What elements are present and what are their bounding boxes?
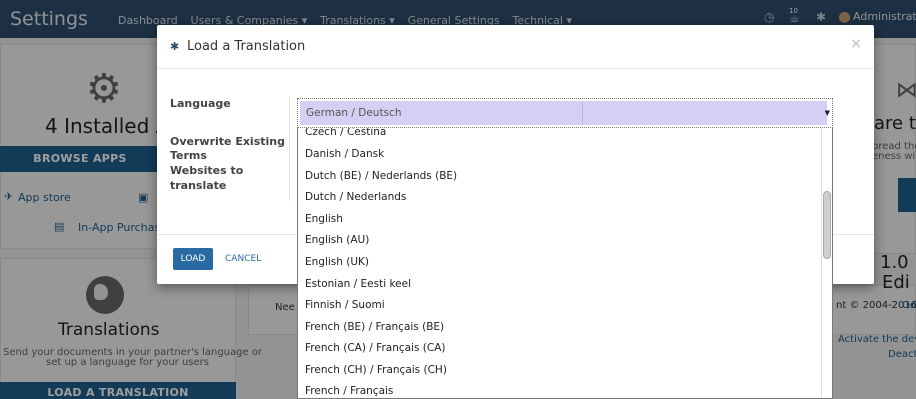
language-option[interactable]: Czech / Čeština: [305, 128, 386, 138]
language-option[interactable]: English (AU): [305, 234, 369, 246]
language-option[interactable]: English: [305, 213, 343, 225]
language-option[interactable]: Dutch (BE) / Nederlands (BE): [305, 170, 457, 182]
overwrite-label-line-1: Overwrite Existing: [170, 135, 285, 148]
language-option[interactable]: English (UK): [305, 256, 369, 268]
language-select-highlight: German / Deutsch: [300, 101, 827, 125]
cancel-button[interactable]: CANCEL: [225, 248, 261, 270]
select-divider: [582, 101, 583, 125]
language-option[interactable]: Dutch / Nederlands: [305, 191, 406, 203]
language-option[interactable]: French (BE) / Français (BE): [305, 321, 444, 333]
websites-label-line-2: translate: [170, 179, 227, 192]
language-option[interactable]: French / Français: [305, 385, 393, 397]
bug-icon: ✱: [170, 40, 180, 53]
language-option[interactable]: Danish / Dansk: [305, 148, 384, 160]
dropdown-scrollbar[interactable]: [821, 128, 831, 398]
dropdown-scroll-thumb[interactable]: [823, 191, 831, 259]
language-option[interactable]: French (CH) / Français (CH): [305, 364, 447, 376]
overwrite-label-line-2: Terms: [170, 149, 207, 162]
close-icon[interactable]: ×: [850, 36, 862, 52]
field-separator: [289, 97, 290, 201]
load-button[interactable]: LOAD: [173, 248, 213, 270]
language-option[interactable]: Estonian / Eesti keel: [305, 278, 411, 290]
language-option[interactable]: French (CA) / Français (CA): [305, 342, 445, 354]
websites-label-line-1: Websites to: [170, 164, 244, 177]
language-label: Language: [170, 97, 231, 110]
chevron-down-icon[interactable]: ▼: [825, 109, 830, 117]
language-dropdown-list: Czech / Čeština Danish / Dansk Dutch (BE…: [297, 128, 833, 399]
language-select-value: German / Deutsch: [306, 107, 402, 119]
language-option[interactable]: Finnish / Suomi: [305, 299, 385, 311]
modal-header: ✱ Load a Translation ×: [157, 25, 874, 69]
language-select[interactable]: German / Deutsch ▼: [297, 98, 833, 128]
modal-title: Load a Translation: [187, 39, 306, 54]
